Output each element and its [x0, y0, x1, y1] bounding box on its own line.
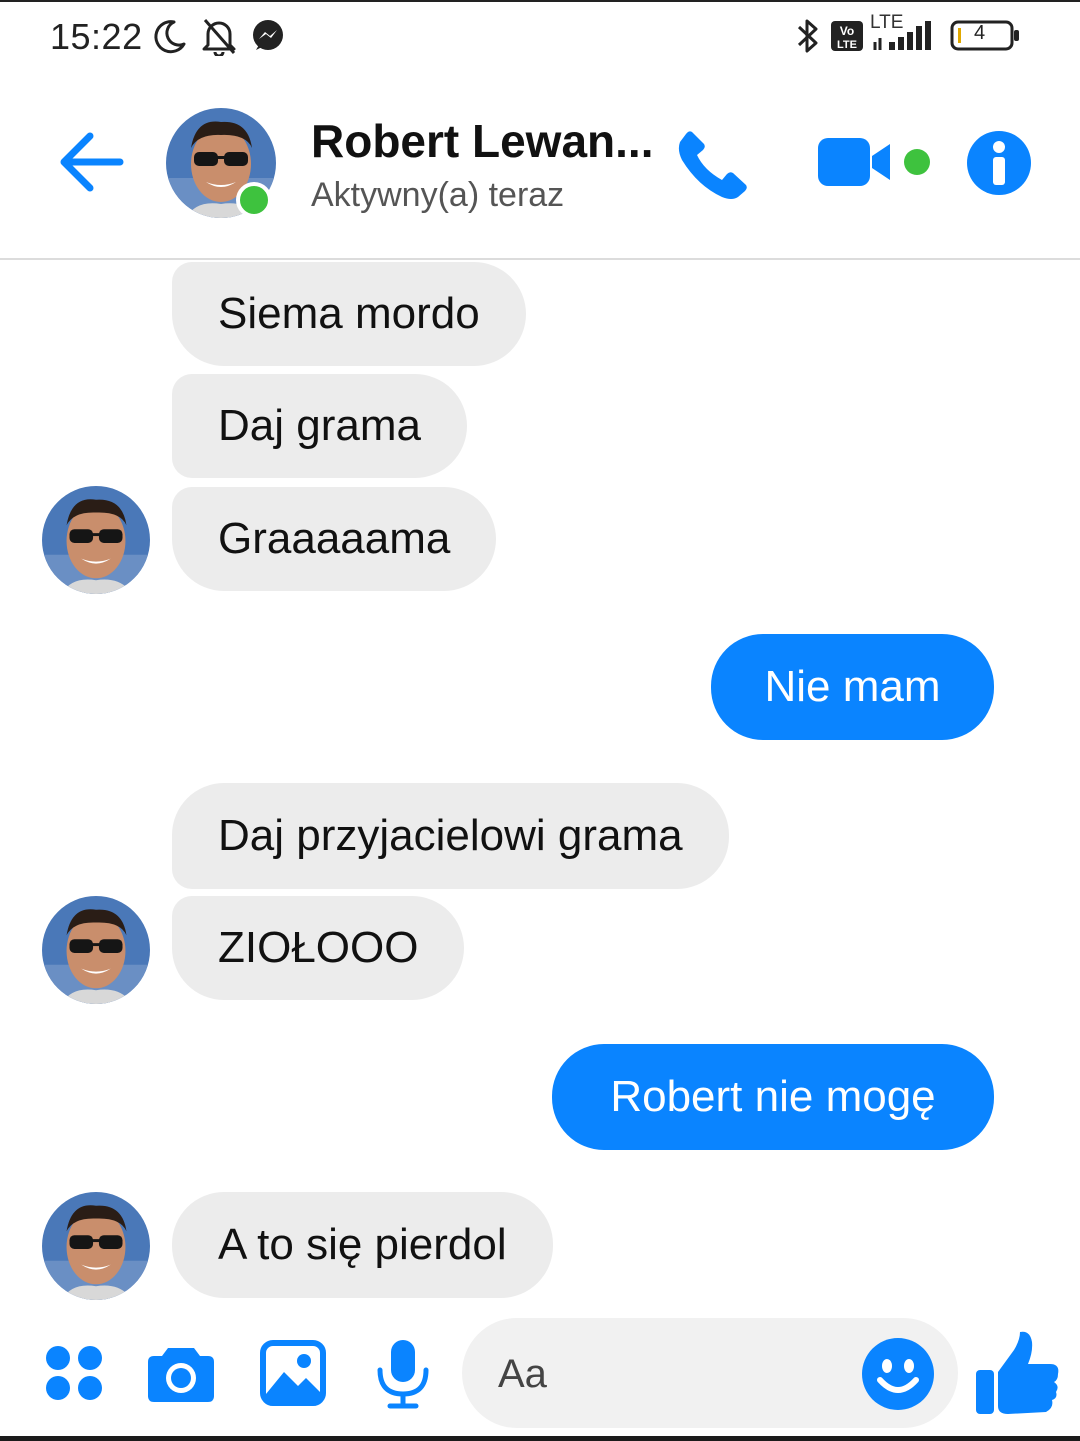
- bluetooth-icon: [797, 19, 818, 53]
- sender-avatar[interactable]: [42, 486, 150, 594]
- message-bubble-outgoing[interactable]: Nie mam: [711, 634, 994, 740]
- message-input-placeholder: Aa: [498, 1352, 547, 1396]
- battery-icon: [950, 20, 1019, 51]
- sender-avatar[interactable]: [42, 896, 150, 1004]
- camera-icon[interactable]: [146, 1342, 216, 1404]
- video-call-icon[interactable]: [816, 134, 936, 190]
- sender-avatar[interactable]: [42, 1192, 150, 1300]
- volte-icon: Vo LTE: [831, 21, 863, 51]
- microphone-icon[interactable]: [374, 1338, 432, 1410]
- conversation-header: Robert Lewan... Aktywny(a) teraz: [0, 70, 1080, 260]
- back-arrow-icon[interactable]: [58, 130, 126, 194]
- message-bubble-incoming[interactable]: Daj grama: [172, 374, 467, 478]
- thumbs-up-icon[interactable]: [974, 1328, 1062, 1418]
- emoji-icon[interactable]: [860, 1336, 936, 1412]
- message-bubble-outgoing[interactable]: Robert nie mogę: [552, 1044, 994, 1150]
- phone-call-icon[interactable]: [676, 128, 750, 200]
- info-icon[interactable]: [966, 130, 1032, 196]
- message-input[interactable]: Aa: [462, 1318, 958, 1428]
- contact-status: Aktywny(a) teraz: [311, 176, 565, 214]
- svg-text:Vo: Vo: [840, 24, 854, 38]
- bottom-edge: [0, 1436, 1080, 1441]
- apps-icon[interactable]: [44, 1344, 104, 1402]
- signal-icon: [873, 21, 931, 50]
- messenger-icon: [253, 20, 283, 50]
- bell-off-icon: [202, 19, 236, 56]
- status-time: 15:22: [50, 16, 143, 57]
- online-indicator: [236, 182, 272, 218]
- message-bubble-incoming[interactable]: Siema mordo: [172, 262, 526, 366]
- do-not-disturb-icon: [154, 20, 186, 54]
- message-bubble-incoming[interactable]: Graaaaama: [172, 487, 497, 591]
- svg-text:LTE: LTE: [837, 39, 857, 51]
- message-bubble-incoming[interactable]: A to się pierdol: [172, 1192, 553, 1298]
- message-bubble-incoming[interactable]: ZIOŁOOO: [172, 896, 465, 1000]
- status-bar: 15:22 Vo LTE LTE 4: [0, 0, 1080, 70]
- battery-level: 4: [974, 22, 986, 44]
- gallery-icon[interactable]: [260, 1340, 326, 1406]
- contact-name[interactable]: Robert Lewan...: [311, 114, 653, 168]
- message-bubble-incoming[interactable]: Daj przyjacielowi grama: [172, 783, 729, 889]
